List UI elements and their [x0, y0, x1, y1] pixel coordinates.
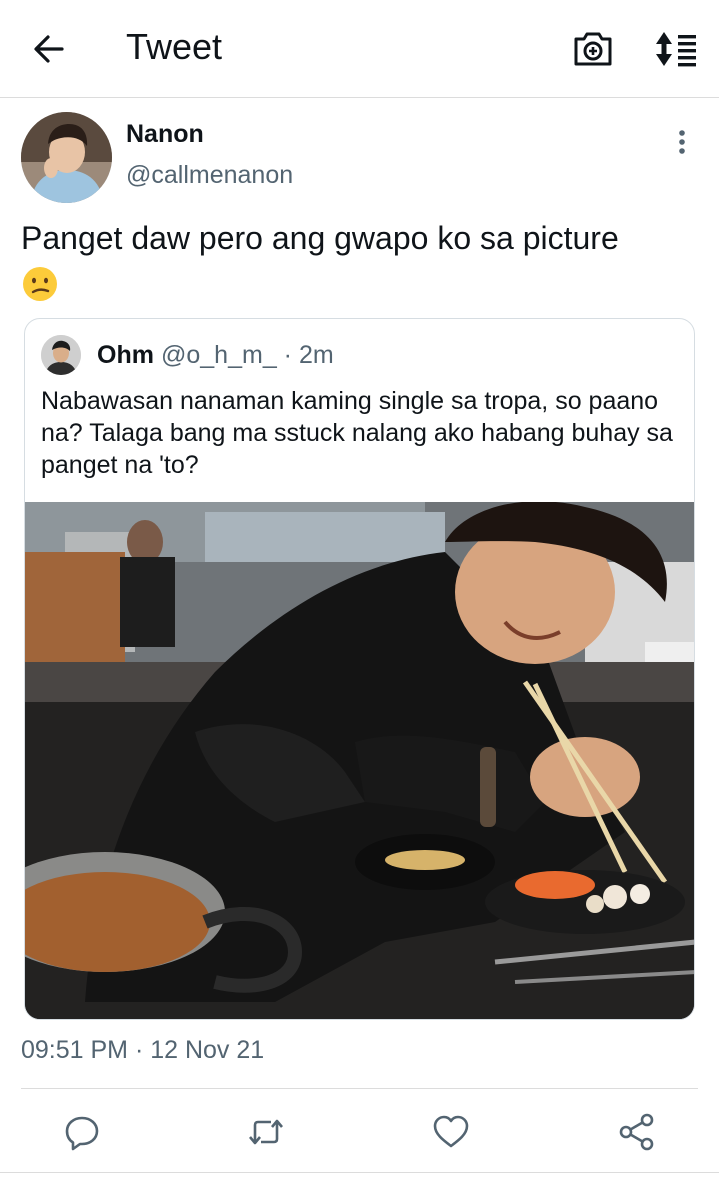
camera-plus-icon — [574, 32, 612, 66]
like-button[interactable] — [431, 1112, 471, 1152]
sort-button[interactable] — [650, 28, 700, 70]
reply-button[interactable] — [62, 1112, 102, 1152]
back-button[interactable] — [28, 28, 70, 70]
bottom-divider — [0, 1172, 719, 1173]
tweet-timestamp: 09:51 PM · 12 Nov 21 — [21, 1036, 265, 1064]
more-options-button[interactable] — [668, 126, 696, 160]
more-vertical-icon — [679, 130, 685, 154]
avatar-photo — [21, 112, 112, 203]
quoted-avatar — [41, 335, 81, 375]
share-button[interactable] — [617, 1112, 657, 1152]
retweet-icon — [249, 1119, 283, 1145]
quoted-tweet-text: Nabawasan nanaman kaming single sa tropa… — [41, 387, 673, 479]
top-app-bar: Tweet — [0, 0, 719, 98]
quoted-handle-time: @o_h_m_ · 2m — [161, 341, 334, 369]
confused-face-emoji — [21, 265, 59, 303]
share-icon — [619, 1113, 654, 1151]
quoted-author-name: Ohm — [97, 341, 154, 369]
heart-icon — [433, 1115, 469, 1148]
retweet-button[interactable] — [246, 1112, 286, 1152]
quoted-tweet-card[interactable]: Ohm @o_h_m_ · 2m Nabawasan nanaman kamin… — [24, 318, 695, 1020]
author-name[interactable]: Nanon — [126, 120, 204, 149]
author-avatar[interactable] — [21, 112, 112, 203]
sort-list-icon — [656, 32, 696, 67]
tweet-body: Panget daw pero ang gwapo ko sa picture — [21, 220, 619, 256]
author-handle[interactable]: @callmenanon — [126, 161, 293, 190]
reply-icon — [65, 1116, 99, 1151]
camera-button[interactable] — [570, 28, 616, 70]
tweet-text: Panget daw pero ang gwapo ko sa picture — [21, 217, 701, 303]
tweet-actions — [0, 1100, 719, 1164]
restaurant-photo — [25, 502, 694, 1019]
arrow-left-icon — [34, 35, 64, 63]
quoted-tweet-photo[interactable] — [25, 502, 694, 1019]
divider — [21, 1088, 698, 1089]
page-title: Tweet — [126, 26, 223, 67]
